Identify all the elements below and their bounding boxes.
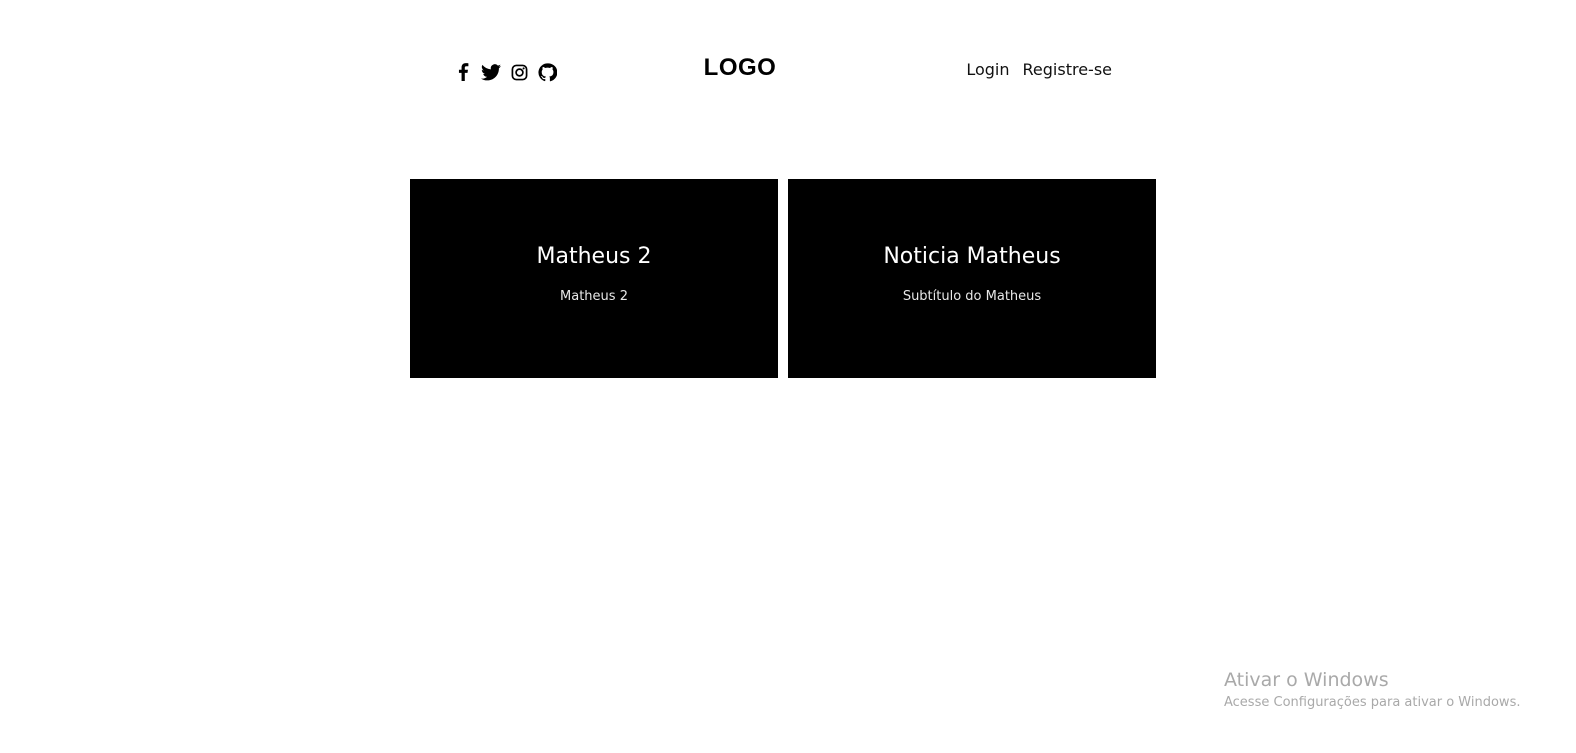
site-logo[interactable]: LOGO: [690, 54, 790, 82]
card-title: Matheus 2: [536, 244, 652, 269]
site-header: LOGO Login Registre-se: [410, 48, 1156, 96]
watermark-subtitle: Acesse Configurações para ativar o Windo…: [1224, 695, 1521, 710]
login-link[interactable]: Login: [966, 60, 1009, 79]
github-icon[interactable]: [537, 62, 557, 82]
instagram-icon[interactable]: [509, 62, 529, 82]
card-subtitle: Matheus 2: [560, 289, 628, 304]
auth-links: Login Registre-se: [966, 60, 1112, 79]
watermark-title: Ativar o Windows: [1224, 669, 1389, 691]
social-links: [453, 62, 557, 82]
card-subtitle: Subtítulo do Matheus: [902, 289, 1042, 304]
page: LOGO Login Registre-se Matheus 2 Matheus…: [0, 0, 1576, 753]
facebook-icon[interactable]: [453, 62, 473, 82]
news-card[interactable]: Matheus 2 Matheus 2: [410, 179, 778, 378]
news-cards: Matheus 2 Matheus 2 Noticia Matheus Subt…: [410, 179, 1156, 378]
news-card[interactable]: Noticia Matheus Subtítulo do Matheus: [788, 179, 1156, 378]
card-title: Noticia Matheus: [883, 244, 1061, 269]
register-link[interactable]: Registre-se: [1023, 60, 1112, 79]
twitter-icon[interactable]: [481, 62, 501, 82]
windows-activation-watermark: Ativar o Windows Acesse Configurações pa…: [1224, 668, 1520, 714]
